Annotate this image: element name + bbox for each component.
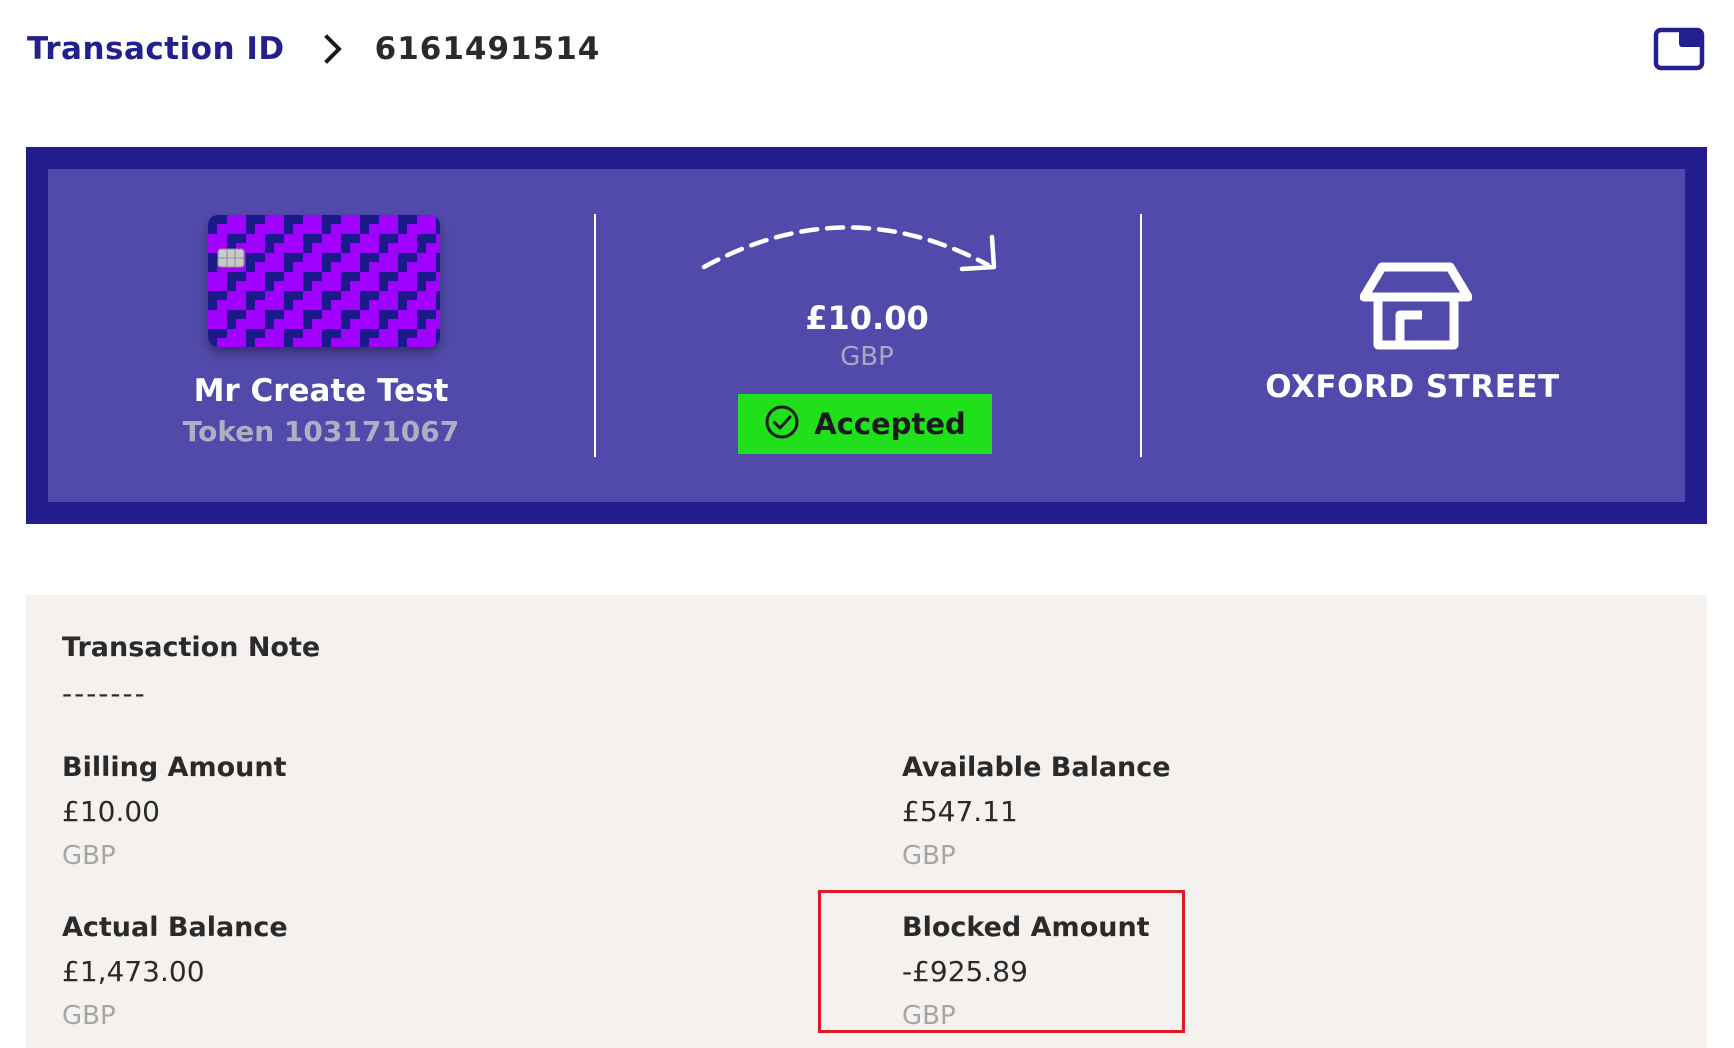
- card-holder-name: Mr Create Test: [193, 373, 449, 409]
- transaction-id-value: 6161491514: [374, 31, 601, 67]
- check-circle-icon: [764, 404, 800, 444]
- actual-balance-currency: GBP: [62, 1001, 116, 1031]
- transaction-summary-panel: Mr Create Test Token 103171067 £10.00 GB…: [26, 147, 1707, 524]
- breadcrumb-link-transaction-id[interactable]: Transaction ID: [27, 31, 285, 67]
- store-icon: [1359, 259, 1473, 351]
- billing-amount-value: £10.00: [62, 795, 160, 828]
- merchant-name: OXFORD STREET: [1265, 369, 1560, 405]
- merchant-section: OXFORD STREET: [1140, 169, 1685, 502]
- highlight-box: [818, 890, 1185, 1033]
- amount-section: £10.00 GBP Accepted: [594, 169, 1140, 502]
- available-balance-field: Available Balance £547.11 GBP: [902, 750, 1171, 873]
- card-section: Mr Create Test Token 103171067: [48, 169, 594, 502]
- actual-balance-value: £1,473.00: [62, 955, 205, 988]
- card-token: Token 103171067: [182, 415, 460, 448]
- actual-balance-field: Actual Balance £1,473.00 GBP: [62, 910, 288, 1033]
- transaction-note-field: Transaction Note -------: [62, 630, 320, 712]
- transaction-currency: GBP: [840, 342, 894, 372]
- card-image: [208, 215, 440, 347]
- transaction-summary-inner: Mr Create Test Token 103171067 £10.00 GB…: [48, 169, 1685, 502]
- transaction-amount: £10.00: [805, 299, 929, 337]
- transaction-note-value: -------: [62, 677, 147, 710]
- billing-amount-currency: GBP: [62, 841, 116, 871]
- available-balance-currency: GBP: [902, 841, 956, 871]
- status-badge: Accepted: [738, 394, 992, 454]
- transaction-note-label: Transaction Note: [62, 632, 321, 663]
- chevron-right-icon: [311, 27, 355, 71]
- available-balance-value: £547.11: [902, 795, 1018, 828]
- billing-amount-field: Billing Amount £10.00 GBP: [62, 750, 286, 873]
- card-chip-icon: [217, 248, 245, 268]
- breadcrumb: Transaction ID 6161491514: [27, 27, 600, 71]
- status-label: Accepted: [814, 407, 966, 441]
- window-icon[interactable]: [1653, 27, 1705, 73]
- curved-arrow-icon: [696, 209, 1026, 289]
- available-balance-label: Available Balance: [902, 752, 1171, 783]
- billing-amount-label: Billing Amount: [62, 752, 287, 783]
- actual-balance-label: Actual Balance: [62, 912, 288, 943]
